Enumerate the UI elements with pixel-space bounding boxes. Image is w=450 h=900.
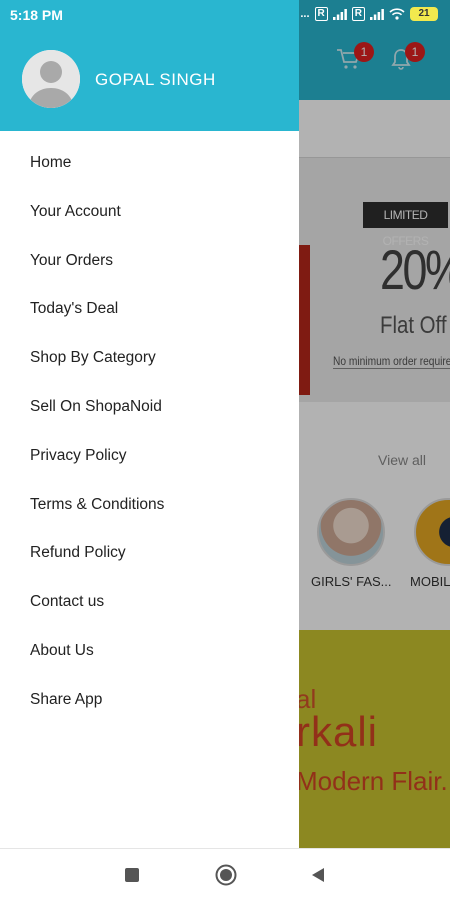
signal-icon (370, 8, 384, 20)
menu-item-terms-conditions[interactable]: Terms & Conditions (0, 481, 299, 530)
menu-item-privacy-policy[interactable]: Privacy Policy (0, 432, 299, 481)
wifi-icon (389, 8, 405, 20)
network-badge-1: R (314, 7, 328, 21)
screen: 1 1 LIMITED OFFERS 20% Flat Off No minim… (0, 0, 450, 900)
navigation-drawer: GOPAL SINGH Home Your Account Your Order… (0, 0, 299, 848)
menu-item-contact-us[interactable]: Contact us (0, 578, 299, 627)
menu-item-sell-on-shopanoid[interactable]: Sell On ShopaNoid (0, 383, 299, 432)
menu-item-refund-policy[interactable]: Refund Policy (0, 529, 299, 578)
system-nav-bar (0, 848, 450, 900)
menu-item-share-app[interactable]: Share App (0, 676, 299, 725)
menu-item-about-us[interactable]: About Us (0, 627, 299, 676)
user-avatar-icon[interactable] (22, 50, 80, 108)
menu-item-todays-deal[interactable]: Today's Deal (0, 285, 299, 334)
circle-icon[interactable] (214, 863, 238, 887)
status-icons: ... R R 21 (300, 7, 438, 21)
drawer-menu: Home Your Account Your Orders Today's De… (0, 139, 299, 725)
signal-icon (332, 8, 347, 20)
triangle-back-icon[interactable] (306, 863, 330, 887)
more-dots: ... (300, 8, 310, 20)
menu-item-your-orders[interactable]: Your Orders (0, 237, 299, 286)
menu-item-home[interactable]: Home (0, 139, 299, 188)
menu-item-your-account[interactable]: Your Account (0, 188, 299, 237)
square-icon[interactable] (120, 863, 144, 887)
network-badge-2: R (351, 7, 365, 21)
status-time: 5:18 PM (10, 7, 63, 23)
battery-icon: 21 (410, 7, 438, 21)
menu-item-shop-by-category[interactable]: Shop By Category (0, 334, 299, 383)
status-bar: 5:18 PM ... R R 21 (0, 0, 450, 30)
user-name: GOPAL SINGH (95, 70, 216, 89)
